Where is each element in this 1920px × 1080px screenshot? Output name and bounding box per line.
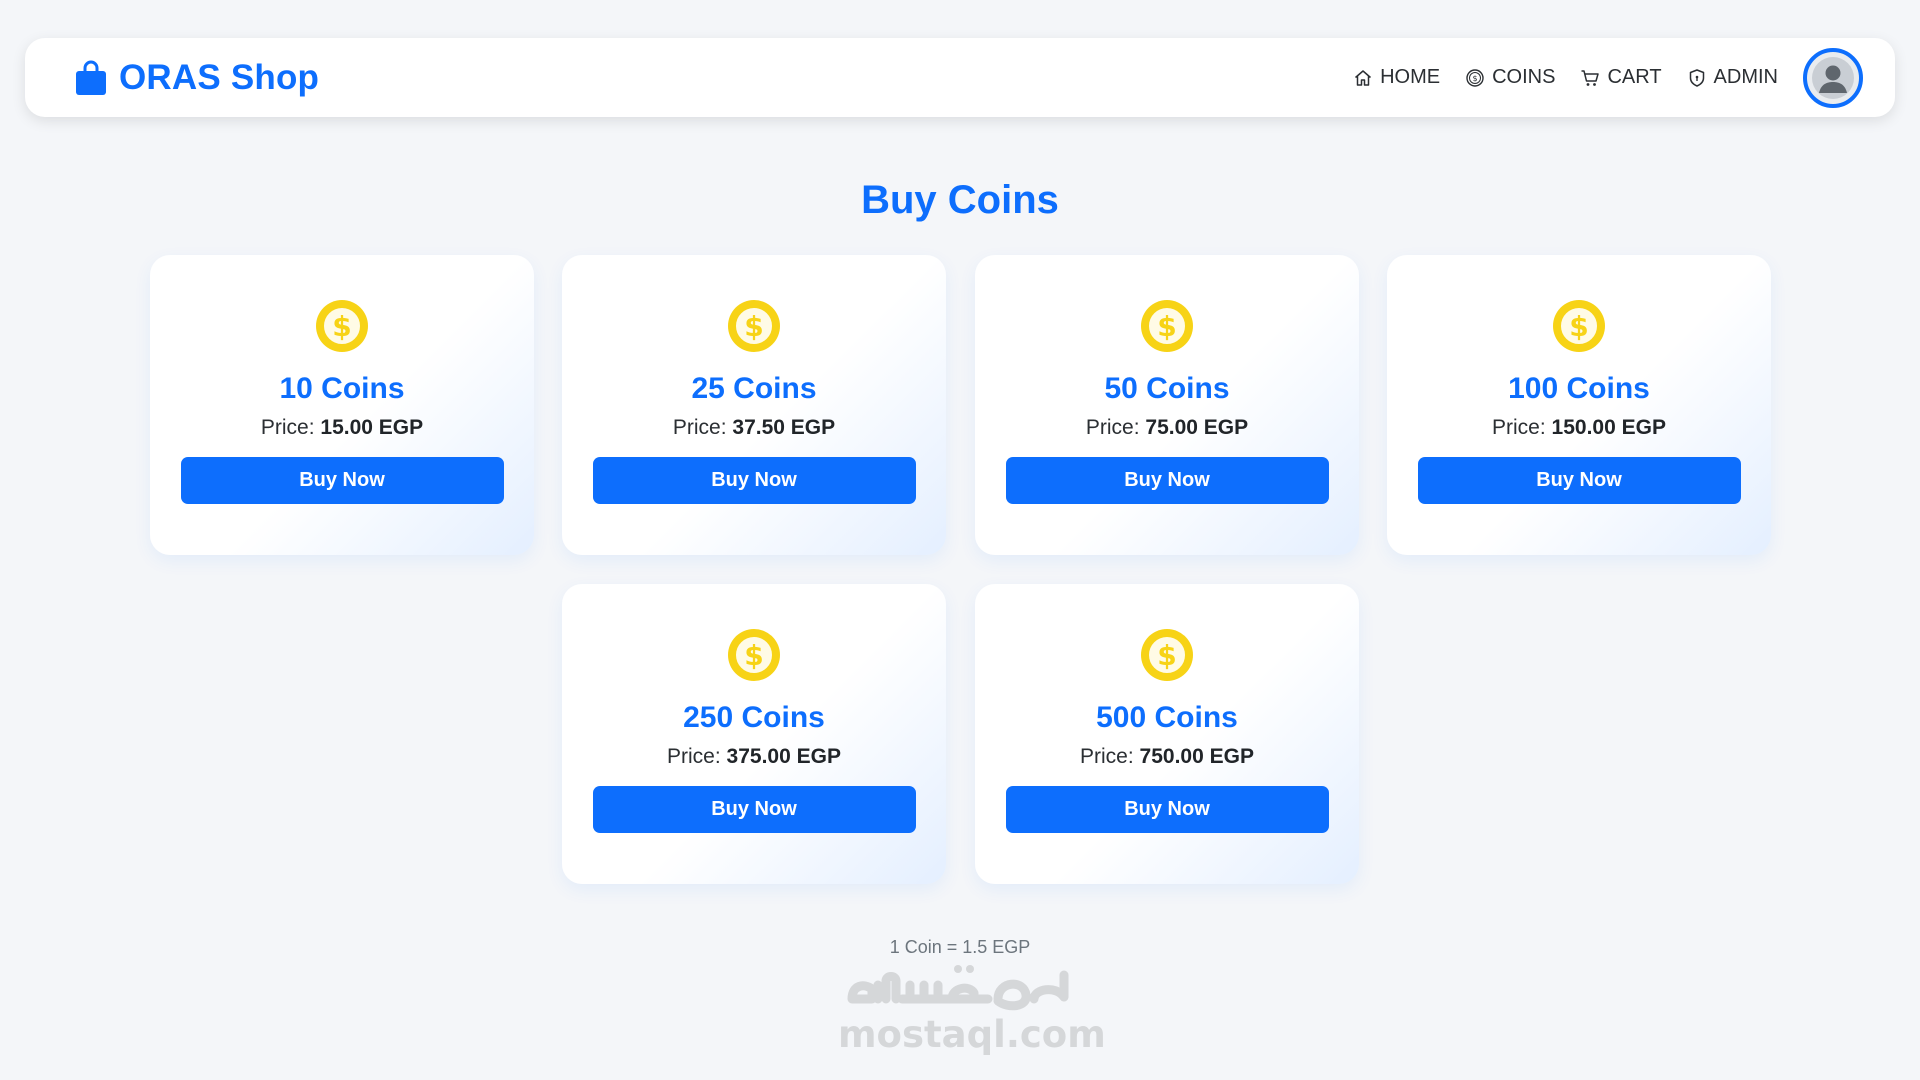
- coin-package-card: $ 25 Coins Price: 37.50 EGP Buy Now: [562, 255, 946, 555]
- dollar-coin-icon: $: [1141, 629, 1193, 681]
- coin-amount: 250 Coins: [683, 701, 825, 734]
- coin-package-card: $ 10 Coins Price: 15.00 EGP Buy Now: [150, 255, 534, 555]
- svg-text:$: $: [1569, 310, 1588, 343]
- navbar: ORAS Shop HOME $ COINS CART ADMIN: [25, 38, 1895, 117]
- dollar-coin-icon: $: [1553, 300, 1605, 352]
- coin-package-card: $ 500 Coins Price: 750.00 EGP Buy Now: [975, 584, 1359, 884]
- svg-text:$: $: [744, 310, 763, 343]
- nav-coins-link[interactable]: $ COINS: [1465, 66, 1555, 89]
- coin-package-card: $ 250 Coins Price: 375.00 EGP Buy Now: [562, 584, 946, 884]
- buy-now-button[interactable]: Buy Now: [592, 457, 916, 504]
- nav-coins-label: COINS: [1492, 66, 1556, 88]
- coin-icon: $: [1466, 68, 1484, 87]
- svg-text:$: $: [1157, 310, 1176, 343]
- coin-amount: 50 Coins: [1104, 372, 1230, 405]
- dollar-coin-icon: $: [316, 300, 368, 352]
- price-value: 375.00 EGP: [726, 745, 841, 768]
- dollar-coin-icon: $: [728, 629, 780, 681]
- price-label: Price:: [1080, 745, 1134, 768]
- svg-text:$: $: [332, 310, 351, 343]
- nav-admin-link[interactable]: ADMIN: [1687, 66, 1778, 89]
- price-label: Price:: [1085, 416, 1140, 439]
- page-title: Buy Coins: [861, 178, 1059, 222]
- dollar-coin-icon: $: [728, 300, 780, 352]
- svg-text:$: $: [744, 639, 763, 672]
- price-label: Price:: [667, 745, 721, 768]
- nav-cart-link[interactable]: CART: [1580, 66, 1662, 89]
- coin-package-card: $ 50 Coins Price: 75.00 EGP Buy Now: [975, 255, 1359, 555]
- price-line: Price: 375.00 EGP: [667, 745, 841, 769]
- coin-amount: 500 Coins: [1096, 701, 1238, 734]
- nav-home-link[interactable]: HOME: [1353, 66, 1440, 89]
- user-avatar[interactable]: [1803, 47, 1863, 108]
- mostaql-logo-icon: [847, 965, 1069, 1011]
- brand-name: ORAS Shop: [119, 57, 320, 97]
- dollar-coin-icon: $: [1141, 300, 1193, 352]
- price-label: Price:: [672, 416, 727, 439]
- svg-text:$: $: [1473, 74, 1478, 83]
- price-label: Price:: [260, 416, 315, 439]
- buy-now-button[interactable]: Buy Now: [592, 786, 916, 833]
- buy-now-button[interactable]: Buy Now: [180, 457, 504, 504]
- price-line: Price: 75.00 EGP: [1086, 416, 1248, 440]
- buy-now-button[interactable]: Buy Now: [1417, 457, 1741, 504]
- price-value: 75.00 EGP: [1145, 416, 1249, 439]
- watermark-text: mostaql.com: [838, 1013, 1106, 1056]
- price-line: Price: 750.00 EGP: [1080, 745, 1254, 769]
- nav-home-label: HOME: [1380, 66, 1441, 88]
- svg-text:$: $: [1157, 639, 1176, 672]
- price-line: Price: 37.50 EGP: [673, 416, 835, 440]
- shield-icon: [1689, 68, 1704, 87]
- price-line: Price: 15.00 EGP: [261, 416, 423, 440]
- price-value: 150.00 EGP: [1551, 416, 1666, 439]
- house-icon: [1355, 69, 1372, 86]
- nav-cart-label: CART: [1607, 66, 1662, 88]
- mostaql-watermark: mostaql.com: [838, 955, 1106, 1065]
- price-label: Price:: [1492, 416, 1546, 439]
- coin-amount: 25 Coins: [691, 372, 817, 405]
- price-value: 750.00 EGP: [1139, 745, 1254, 768]
- user-avatar-icon: [1812, 56, 1854, 99]
- price-line: Price: 150.00 EGP: [1492, 416, 1666, 440]
- nav-admin-label: ADMIN: [1713, 66, 1778, 88]
- buy-now-button[interactable]: Buy Now: [1005, 786, 1329, 833]
- coin-package-card: $ 100 Coins Price: 150.00 EGP Buy Now: [1387, 255, 1771, 555]
- coin-amount: 100 Coins: [1508, 372, 1650, 405]
- shopping-bag-icon: [76, 60, 106, 95]
- coin-amount: 10 Coins: [279, 372, 405, 405]
- price-value: 15.00 EGP: [320, 416, 424, 439]
- buy-now-button[interactable]: Buy Now: [1005, 457, 1329, 504]
- brand-link[interactable]: ORAS Shop: [75, 58, 319, 98]
- price-value: 37.50 EGP: [732, 416, 836, 439]
- cart-icon: [1581, 69, 1600, 86]
- nav-links: HOME $ COINS CART ADMIN: [1353, 47, 1863, 108]
